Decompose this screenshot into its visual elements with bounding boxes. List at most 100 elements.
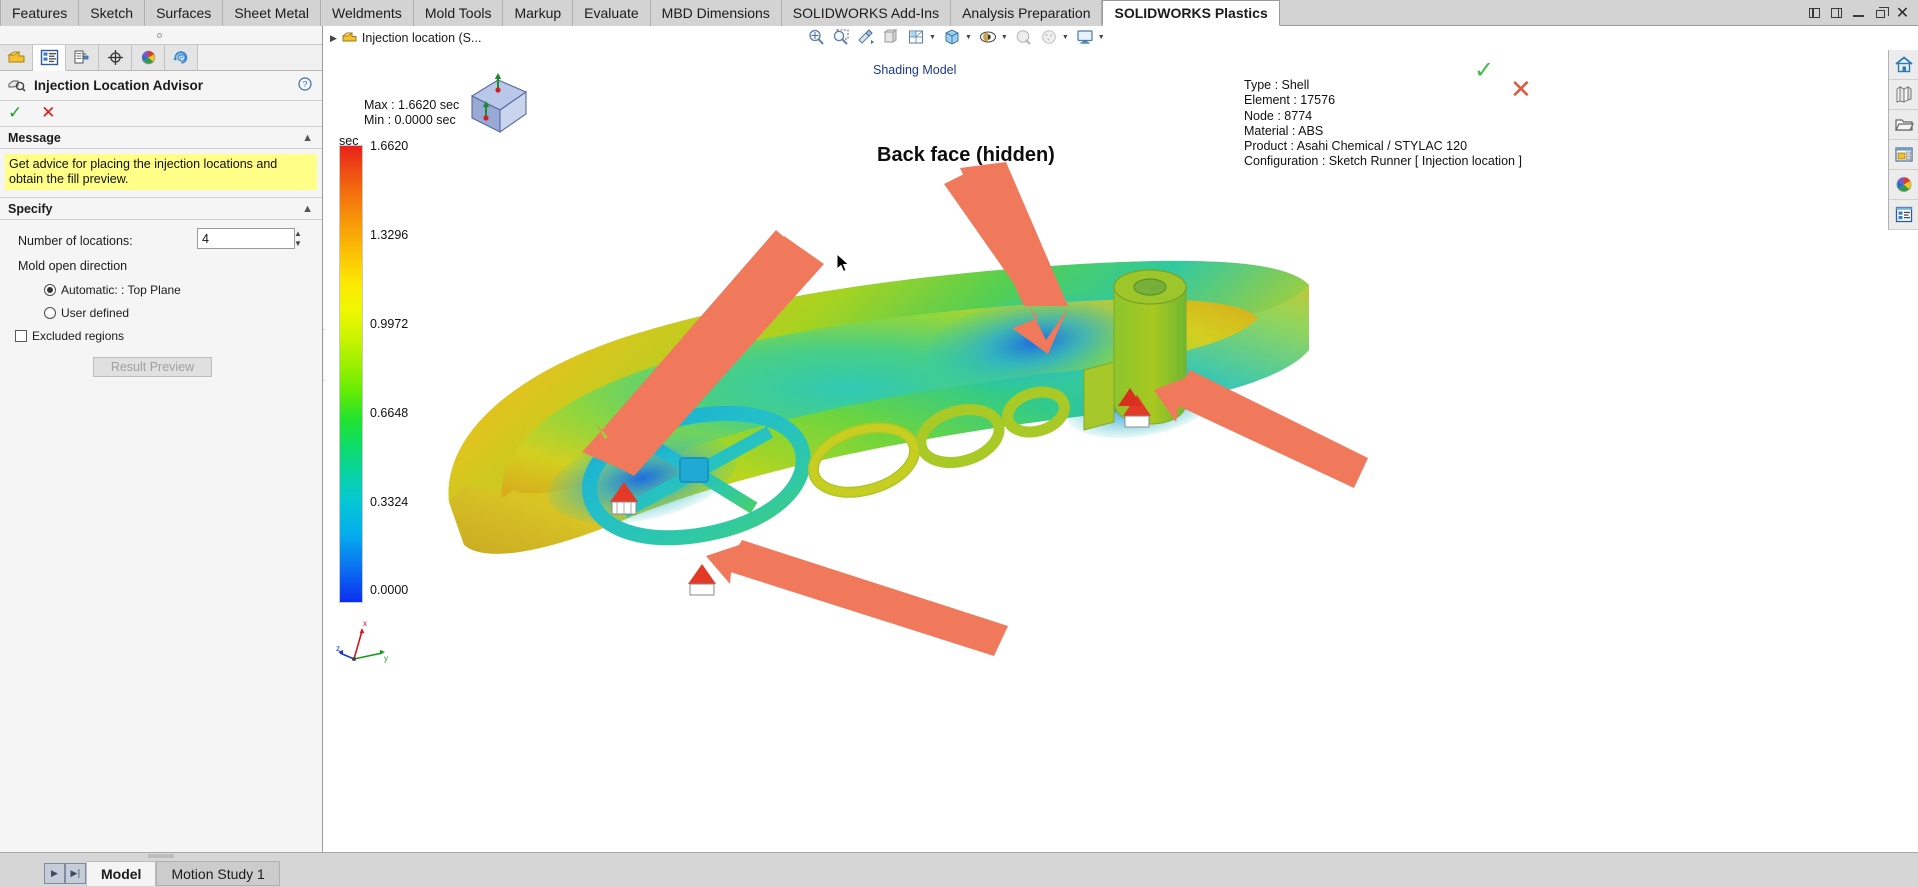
display-style-icon[interactable] (941, 27, 963, 48)
ribbon-tab-solidworks-add-ins[interactable]: SOLIDWORKS Add-Ins (782, 0, 951, 26)
property-manager-icon[interactable] (33, 45, 66, 71)
number-of-locations-label: Number of locations: (18, 234, 133, 248)
mold-direction-option-automatic[interactable]: Automatic: : Top Plane (0, 278, 322, 301)
restore-panel-icon[interactable] (1807, 5, 1822, 20)
view-orientation-icon[interactable] (905, 27, 927, 48)
viewport-accept-button[interactable]: ✓ (1474, 58, 1494, 82)
radio-user-defined-label: User defined (61, 306, 129, 320)
arrow-cursor (836, 253, 850, 273)
excluded-regions-checkbox[interactable] (15, 330, 27, 342)
bottom-tab-motion-study-1[interactable]: Motion Study 1 (156, 861, 279, 886)
ribbon-spacer (1280, 0, 1799, 25)
property-manager-action-row: ✓ ✕ (0, 101, 322, 127)
message-section: Message ▲ Get advice for placing the inj… (0, 127, 322, 198)
view-toolbar: ▼ ▼ ▼ ▼ (805, 26, 1107, 48)
mold-open-direction-label: Mold open direction (18, 259, 127, 273)
section-view-icon[interactable] (880, 27, 902, 48)
tab-nav-prev-button[interactable]: ▶ (44, 863, 65, 884)
annotation-label: Back face (hidden) (877, 144, 1055, 167)
number-of-locations-stepper[interactable]: ▲ ▼ (292, 228, 304, 249)
ribbon-tab-sheet-metal[interactable]: Sheet Metal (223, 0, 321, 26)
injection-location-advisor-icon (8, 76, 26, 95)
svg-text:?: ? (303, 79, 308, 89)
feature-tree-icon[interactable] (0, 44, 33, 70)
window-controls: ✕ (1799, 0, 1918, 25)
chevron-down-icon[interactable]: ▼ (929, 34, 936, 41)
ribbon-tab-solidworks-plastics[interactable]: SOLIDWORKS Plastics (1102, 0, 1279, 26)
radio-user-defined-icon[interactable] (44, 307, 56, 319)
split-panel-icon[interactable] (1829, 5, 1844, 20)
page-title: Injection Location Advisor (34, 78, 290, 93)
previous-view-icon[interactable] (855, 27, 877, 48)
home-icon[interactable] (1889, 50, 1918, 80)
ribbon-tab-mold-tools[interactable]: Mold Tools (414, 0, 504, 26)
coordinate-triad: x y z (336, 615, 394, 673)
chevron-up-icon[interactable]: ▲ (302, 132, 313, 144)
task-pane-rail (1888, 50, 1918, 230)
ribbon-tab-bar: Features Sketch Surfaces Sheet Metal Wel… (0, 0, 1918, 26)
ribbon-tab-weldments[interactable]: Weldments (321, 0, 414, 26)
restore-window-icon[interactable] (1873, 5, 1888, 20)
chevron-down-icon[interactable]: ▼ (1001, 34, 1008, 41)
apply-scene-icon[interactable] (1038, 27, 1060, 48)
appearances-icon[interactable] (1889, 170, 1918, 200)
view-palette-icon[interactable] (1889, 140, 1918, 170)
specify-section: Specify ▲ Number of locations: ▲ ▼ Mold … (0, 198, 322, 377)
edit-appearance-icon[interactable] (1013, 27, 1035, 48)
ribbon-tab-features[interactable]: Features (0, 0, 79, 26)
mold-direction-option-user-defined[interactable]: User defined (0, 301, 322, 324)
excluded-regions-row[interactable]: Excluded regions (0, 324, 322, 347)
ribbon-tab-mbd-dimensions[interactable]: MBD Dimensions (651, 0, 782, 26)
hide-show-items-icon[interactable] (977, 27, 999, 48)
3d-viewport[interactable]: Shading Model Max : 1.6620 secMin : 0.00… (324, 50, 1918, 852)
chevron-up-icon[interactable]: ▲ (302, 203, 313, 215)
message-section-header[interactable]: Message ▲ (0, 127, 322, 149)
ribbon-tab-markup[interactable]: Markup (503, 0, 573, 26)
file-explorer-icon[interactable] (1889, 110, 1918, 140)
result-preview-button[interactable]: Result Preview (93, 357, 212, 377)
stepper-up-icon[interactable]: ▲ (292, 228, 304, 239)
custom-properties-icon[interactable] (1889, 200, 1918, 230)
chevron-right-icon[interactable]: ▶ (330, 33, 337, 44)
radio-automatic-icon[interactable] (44, 284, 56, 296)
display-manager-icon[interactable] (132, 44, 165, 70)
viewport-cancel-button[interactable]: ✕ (1510, 77, 1532, 103)
plastics-manager-icon[interactable]: P (165, 44, 198, 70)
minimize-icon[interactable] (1851, 5, 1866, 20)
dimxpert-icon[interactable] (99, 44, 132, 70)
ribbon-tab-surfaces[interactable]: Surfaces (145, 0, 223, 26)
number-of-locations-input[interactable] (197, 228, 295, 249)
zoom-to-area-icon[interactable] (830, 27, 852, 48)
message-text: Get advice for placing the injection loc… (5, 154, 317, 190)
cancel-button[interactable]: ✕ (41, 105, 55, 122)
close-icon[interactable]: ✕ (1895, 5, 1910, 20)
panel-drag-bar[interactable] (0, 26, 322, 45)
model-info-block: Type : Shell Element : 17576 Node : 8774… (1244, 78, 1522, 170)
ribbon-tab-evaluate[interactable]: Evaluate (573, 0, 650, 26)
chevron-down-icon[interactable]: ▼ (1098, 34, 1105, 41)
accept-button[interactable]: ✓ (8, 105, 22, 122)
part-icon (342, 30, 357, 47)
chevron-down-icon[interactable]: ▼ (965, 34, 972, 41)
help-icon[interactable]: ? (298, 77, 312, 94)
bottom-tab-model[interactable]: Model (86, 861, 156, 886)
design-library-icon[interactable] (1889, 80, 1918, 110)
view-settings-icon[interactable] (1074, 27, 1096, 48)
breadcrumb-label[interactable]: Injection location (S... (362, 31, 482, 45)
bottom-resize-grip[interactable] (148, 854, 174, 858)
radio-automatic-label: Automatic: : Top Plane (61, 283, 181, 297)
tab-nav-next-button[interactable]: ▶| (65, 863, 86, 884)
ribbon-tab-sketch[interactable]: Sketch (79, 0, 145, 26)
specify-section-header[interactable]: Specify ▲ (0, 198, 322, 220)
stepper-down-icon[interactable]: ▼ (292, 239, 304, 250)
property-manager-tab-strip: P (0, 45, 322, 71)
excluded-regions-label: Excluded regions (32, 329, 124, 343)
ribbon-tab-analysis-preparation[interactable]: Analysis Preparation (951, 0, 1102, 26)
bottom-tab-bar: ▶ ▶| Model Motion Study 1 (0, 852, 1918, 887)
chevron-down-icon[interactable]: ▼ (1062, 34, 1069, 41)
configuration-manager-icon[interactable] (66, 44, 99, 70)
info-product: Product : Asahi Chemical / STYLAC 120 (1244, 139, 1522, 154)
info-material: Material : ABS (1244, 124, 1522, 139)
part-render[interactable] (324, 50, 1918, 852)
zoom-to-fit-icon[interactable] (805, 27, 827, 48)
